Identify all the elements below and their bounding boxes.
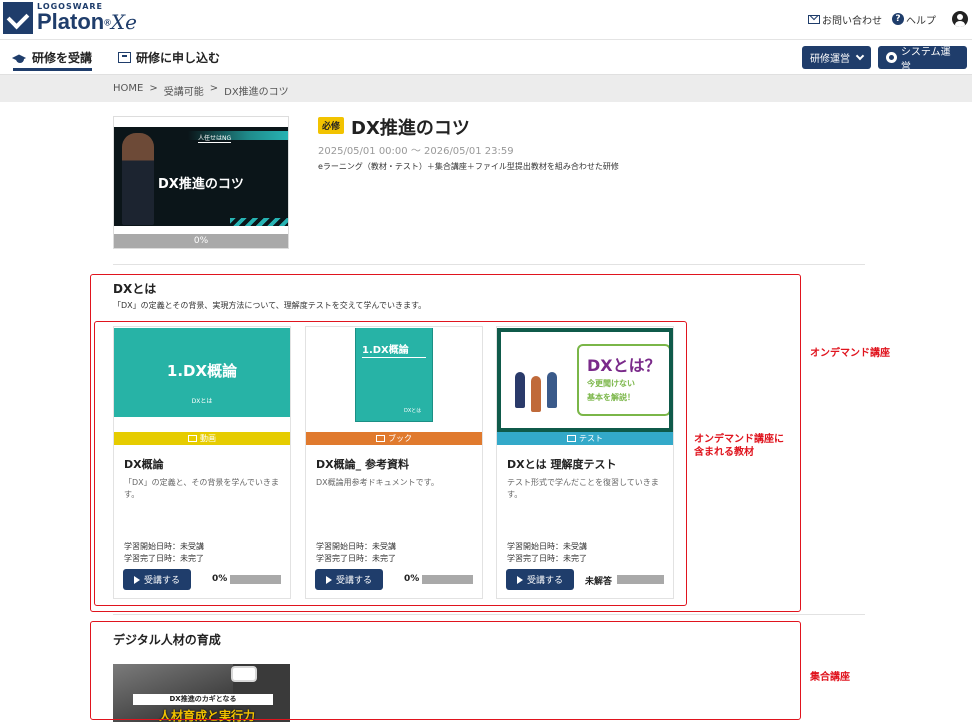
thumb-title: DX推進のコツ xyxy=(158,177,244,192)
tab-apply-label: 研修に申し込む xyxy=(136,51,221,65)
manage-training-button[interactable]: 研修運営 xyxy=(802,46,871,69)
annotation-group-label: 集合講座 xyxy=(810,672,850,683)
logo-main-text: Platon®Xe xyxy=(37,11,137,33)
course-progress-text: 0% xyxy=(193,236,209,246)
nav-bar: 研修を受講 研修に申し込む 研修運営 システム運営 xyxy=(0,41,972,73)
tab-attend[interactable]: 研修を受講 xyxy=(13,49,93,71)
breadcrumb-bar: HOME > 受講可能 > DX推進のコツ xyxy=(0,74,972,102)
logo-xe: Xe xyxy=(110,10,137,34)
annotation-group-box xyxy=(90,621,801,720)
page-title: DX推進のコツ xyxy=(351,118,470,139)
breadcrumb: HOME > 受講可能 > DX推進のコツ xyxy=(113,83,289,98)
breadcrumb-available[interactable]: 受講可能 xyxy=(164,83,204,98)
logo-reg: ® xyxy=(104,17,111,28)
help-icon: ? xyxy=(892,13,904,25)
help-link[interactable]: ? ヘルプ xyxy=(892,12,936,27)
user-account-icon[interactable] xyxy=(952,11,968,27)
logo-platon: Platon xyxy=(37,9,105,34)
breadcrumb-separator: > xyxy=(149,83,158,94)
help-label: ヘルプ xyxy=(906,15,936,27)
course-progress-bar: 0% xyxy=(114,234,288,248)
apply-icon xyxy=(118,52,131,63)
tab-apply[interactable]: 研修に申し込む xyxy=(118,49,220,66)
tab-attend-label: 研修を受講 xyxy=(32,51,93,65)
course-thumbnail-image: 人任せはNG DX推進のコツ xyxy=(114,127,288,226)
chevron-down-icon xyxy=(855,51,865,61)
mail-icon xyxy=(808,14,820,24)
course-thumbnail: 人任せはNG DX推進のコツ 0% xyxy=(113,116,289,249)
manage-training-label: 研修運営 xyxy=(810,54,850,65)
course-description: eラーニング（教材・テスト）＋集合講座＋ファイル型提出教材を組み合わせた研修 xyxy=(318,162,619,171)
annotation-materials-label-1: オンデマンド講座に xyxy=(694,434,784,445)
annotation-ondemand-label: オンデマンド講座 xyxy=(810,348,890,359)
thumb-tag: 人任せはNG xyxy=(198,135,232,143)
system-management-button[interactable]: システム運営 xyxy=(878,46,967,73)
course-period: 2025/05/01 00:00 ～ 2026/05/01 23:59 xyxy=(318,146,514,157)
divider xyxy=(113,614,865,615)
contact-link[interactable]: お問い合わせ xyxy=(808,12,882,27)
breadcrumb-separator: > xyxy=(209,83,219,94)
annotation-materials-box xyxy=(94,321,687,606)
divider xyxy=(113,264,865,265)
logo-mark-icon xyxy=(3,2,33,34)
annotation-materials-label-2: 含まれる教材 xyxy=(694,447,754,458)
gear-icon xyxy=(886,52,897,63)
top-links: お問い合わせ ? ヘルプ xyxy=(808,11,968,27)
required-badge: 必修 xyxy=(318,117,345,134)
thumb-stripe xyxy=(230,218,288,226)
logo[interactable]: LOGOSWARE Platon®Xe xyxy=(3,2,137,34)
breadcrumb-home[interactable]: HOME xyxy=(113,83,143,98)
top-header: LOGOSWARE Platon®Xe お問い合わせ ? ヘルプ xyxy=(0,0,972,40)
logo-text: LOGOSWARE Platon®Xe xyxy=(37,3,137,33)
presenter-figure xyxy=(122,133,154,225)
graduation-cap-icon xyxy=(13,53,27,63)
contact-label: お問い合わせ xyxy=(822,15,882,27)
breadcrumb-current: DX推進のコツ xyxy=(224,87,289,98)
system-management-label: システム運営 xyxy=(900,46,951,73)
